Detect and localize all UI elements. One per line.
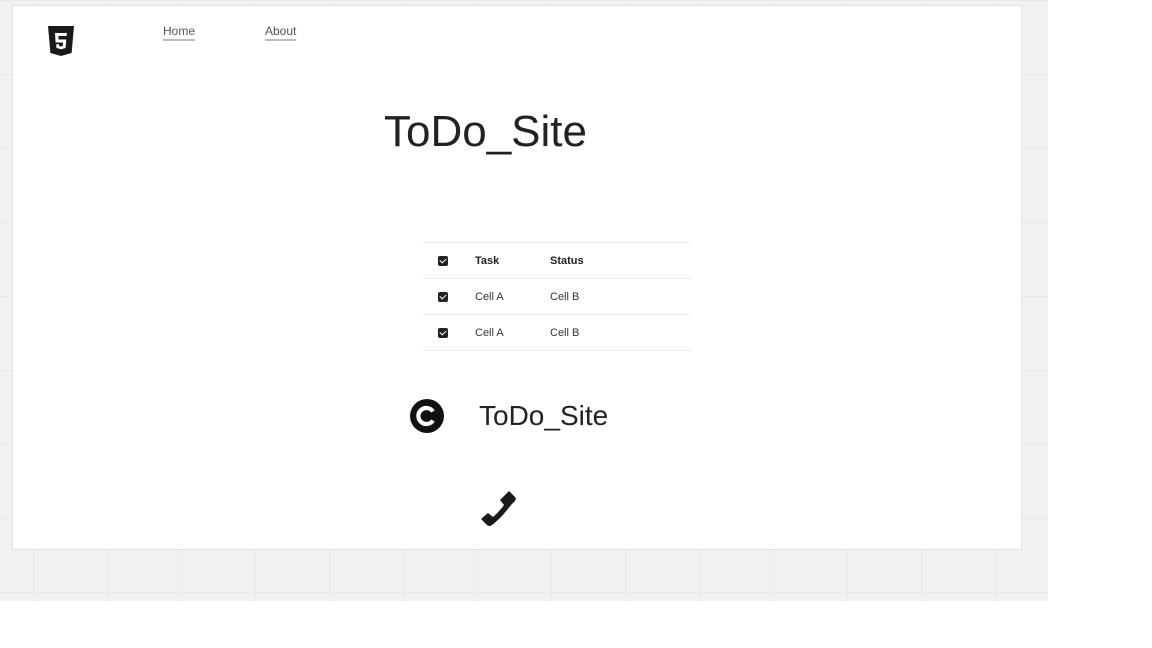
status-cell: Cell B	[550, 290, 580, 303]
footer-brand-text: ToDo_Site	[479, 400, 609, 431]
phone-icon[interactable]	[478, 488, 518, 528]
copyright-icon	[410, 399, 444, 433]
table-row: Cell A Cell B	[423, 278, 691, 315]
select-all-checkbox[interactable]	[438, 255, 448, 266]
task-cell: Cell A	[475, 326, 504, 339]
html5-icon[interactable]	[47, 26, 75, 58]
nav-home-link[interactable]: Home	[163, 24, 196, 41]
column-header-status: Status	[550, 254, 584, 267]
task-cell: Cell A	[475, 290, 504, 303]
row-checkbox[interactable]	[438, 327, 448, 338]
page-frame: Home About ToDo_Site Task Status Cell A …	[12, 5, 1022, 550]
page-title: ToDo_Site	[383, 107, 587, 156]
row-checkbox[interactable]	[438, 291, 448, 302]
nav-about-link[interactable]: About	[265, 24, 297, 41]
table-header-row: Task Status	[423, 242, 691, 279]
task-table: Task Status Cell A Cell B Cell A Cell B	[423, 242, 691, 351]
table-row: Cell A Cell B	[423, 314, 691, 351]
column-header-task: Task	[475, 254, 500, 267]
footer-brand: ToDo_Site	[410, 396, 608, 436]
status-cell: Cell B	[550, 326, 580, 339]
